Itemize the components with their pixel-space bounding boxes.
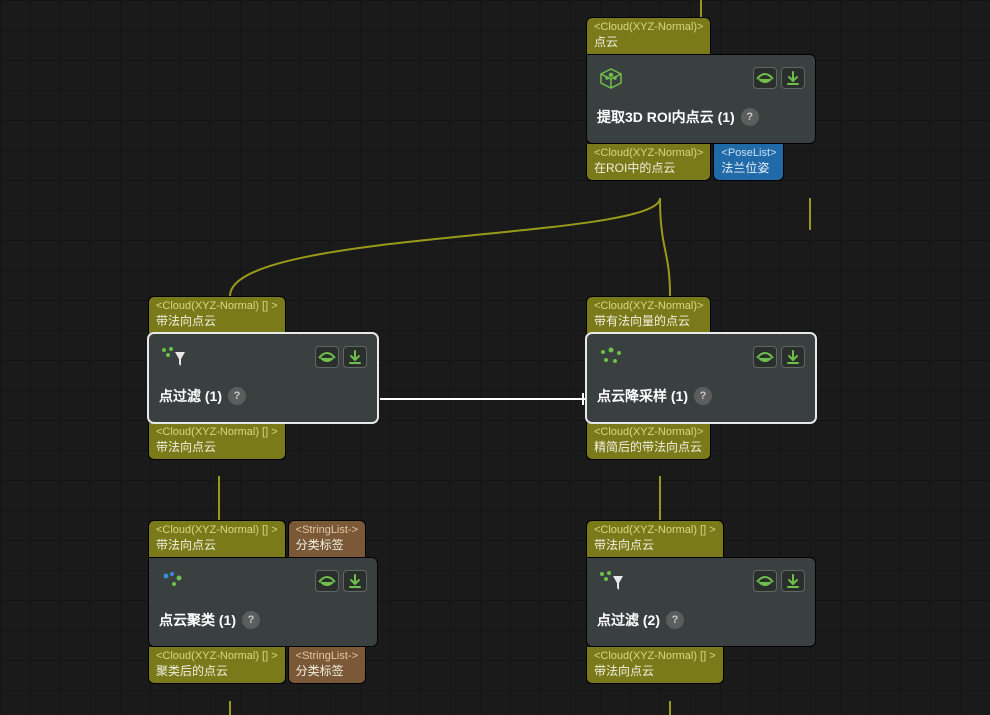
output-port-cloud[interactable]: <Cloud(XYZ-Normal) [] > 带法向点云 <box>586 647 724 684</box>
output-port-clustered[interactable]: <Cloud(XYZ-Normal) [] > 聚类后的点云 <box>148 647 286 684</box>
port-type-label: <Cloud(XYZ-Normal)> <box>594 300 703 314</box>
port-type-label: <StringList-> <box>296 650 358 664</box>
points-icon <box>597 344 625 370</box>
cube-icon <box>597 65 625 91</box>
visibility-toggle-icon[interactable] <box>315 346 339 368</box>
port-type-label: <Cloud(XYZ-Normal) [] > <box>156 300 278 314</box>
port-type-label: <Cloud(XYZ-Normal)> <box>594 147 703 161</box>
help-icon[interactable]: ? <box>242 611 260 629</box>
help-icon[interactable]: ? <box>694 387 712 405</box>
input-port-cloud[interactable]: <Cloud(XYZ-Normal) [] > 带法向点云 <box>586 520 724 557</box>
node-title: 点云降采样 (1) <box>597 386 688 406</box>
help-icon[interactable]: ? <box>666 611 684 629</box>
port-label: 分类标签 <box>296 664 358 679</box>
node-point-filter-2[interactable]: <Cloud(XYZ-Normal) [] > 带法向点云 点过滤 (2) ? … <box>586 520 816 684</box>
port-type-label: <PoseList> <box>721 147 776 161</box>
node-title: 点过滤 (2) <box>597 610 660 630</box>
node-extract-3d-roi[interactable]: <Cloud(XYZ-Normal)> 点云 提取3D ROI内点云 (1) ?… <box>586 17 816 181</box>
output-port-poselist[interactable]: <PoseList> 法兰位姿 <box>713 144 784 181</box>
filter-icon <box>159 344 187 370</box>
port-label: 带法向点云 <box>594 538 716 553</box>
download-icon[interactable] <box>781 346 805 368</box>
input-port-cloud[interactable]: <Cloud(XYZ-Normal) [] > 带法向点云 <box>148 520 286 557</box>
port-label: 带有法向量的点云 <box>594 314 703 329</box>
download-icon[interactable] <box>343 570 367 592</box>
port-label: 聚类后的点云 <box>156 664 278 679</box>
port-label: 带法向点云 <box>156 314 278 329</box>
output-port-cloud[interactable]: <Cloud(XYZ-Normal)> 精简后的带法向点云 <box>586 423 711 460</box>
filter-icon <box>597 568 625 594</box>
output-port-cloud[interactable]: <Cloud(XYZ-Normal) [] > 带法向点云 <box>148 423 286 460</box>
node-title: 点过滤 (1) <box>159 386 222 406</box>
port-label: 点云 <box>594 35 703 50</box>
port-type-label: <Cloud(XYZ-Normal) [] > <box>156 524 278 538</box>
node-cluster[interactable]: <Cloud(XYZ-Normal) [] > 带法向点云 <StringLis… <box>148 520 378 684</box>
port-type-label: <Cloud(XYZ-Normal)> <box>594 21 703 35</box>
visibility-toggle-icon[interactable] <box>753 346 777 368</box>
port-label: 带法向点云 <box>594 664 716 679</box>
visibility-toggle-icon[interactable] <box>315 570 339 592</box>
help-icon[interactable]: ? <box>228 387 246 405</box>
input-port-cloud[interactable]: <Cloud(XYZ-Normal)> 带有法向量的点云 <box>586 296 711 333</box>
port-type-label: <StringList-> <box>296 524 358 538</box>
cluster-icon <box>159 568 187 594</box>
node-point-filter-1[interactable]: <Cloud(XYZ-Normal) [] > 带法向点云 点过滤 (1) ? … <box>148 296 378 460</box>
input-port-stringlist[interactable]: <StringList-> 分类标签 <box>288 520 366 557</box>
node-title: 点云聚类 (1) <box>159 610 236 630</box>
help-icon[interactable]: ? <box>741 108 759 126</box>
port-type-label: <Cloud(XYZ-Normal) [] > <box>594 650 716 664</box>
download-icon[interactable] <box>781 67 805 89</box>
input-port-cloud[interactable]: <Cloud(XYZ-Normal) [] > 带法向点云 <box>148 296 286 333</box>
port-label: 在ROI中的点云 <box>594 161 703 176</box>
port-label: 精简后的带法向点云 <box>594 440 703 455</box>
download-icon[interactable] <box>781 570 805 592</box>
port-type-label: <Cloud(XYZ-Normal) [] > <box>594 524 716 538</box>
download-icon[interactable] <box>343 346 367 368</box>
port-type-label: <Cloud(XYZ-Normal) [] > <box>156 650 278 664</box>
port-type-label: <Cloud(XYZ-Normal) [] > <box>156 426 278 440</box>
output-port-stringlist[interactable]: <StringList-> 分类标签 <box>288 647 366 684</box>
port-type-label: <Cloud(XYZ-Normal)> <box>594 426 703 440</box>
input-port-cloud[interactable]: <Cloud(XYZ-Normal)> 点云 <box>586 17 711 54</box>
output-port-roi-cloud[interactable]: <Cloud(XYZ-Normal)> 在ROI中的点云 <box>586 144 711 181</box>
port-label: 带法向点云 <box>156 538 278 553</box>
visibility-toggle-icon[interactable] <box>753 67 777 89</box>
port-label: 带法向点云 <box>156 440 278 455</box>
port-label: 法兰位姿 <box>721 161 776 176</box>
visibility-toggle-icon[interactable] <box>753 570 777 592</box>
node-title: 提取3D ROI内点云 (1) <box>597 107 735 127</box>
node-downsample[interactable]: <Cloud(XYZ-Normal)> 带有法向量的点云 点云降采样 (1) ?… <box>586 296 816 460</box>
port-label: 分类标签 <box>296 538 358 553</box>
